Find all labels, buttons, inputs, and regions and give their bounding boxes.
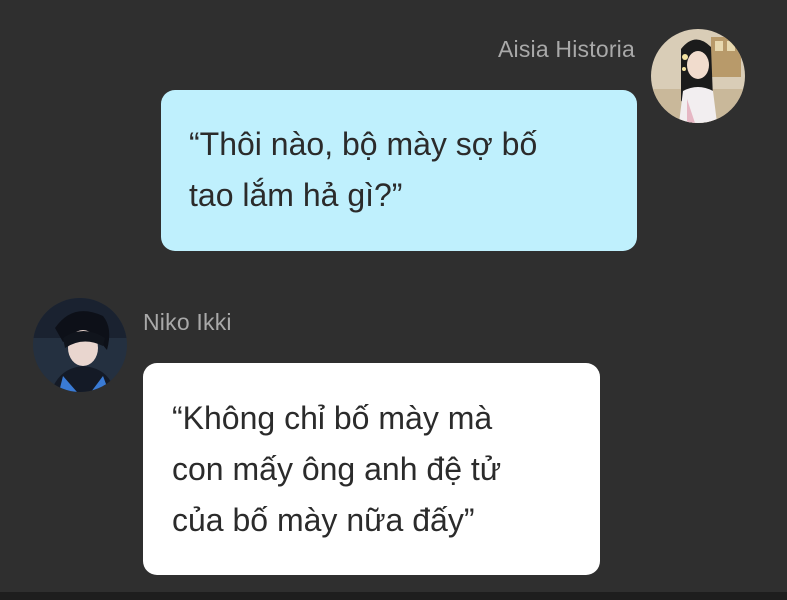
avatar-niko-ikki[interactable]	[33, 298, 127, 392]
message-bubble-incoming[interactable]: “Không chỉ bố mày mà con mấy ông anh đệ …	[143, 363, 600, 575]
sender-name-outgoing: Aisia Historia	[497, 36, 635, 62]
message-line: “Không chỉ bố mày mà	[172, 400, 493, 436]
avatar-aisia-historia[interactable]	[651, 29, 745, 123]
avatar-photo-girl	[651, 29, 745, 123]
sender-name-incoming: Niko Ikki	[143, 309, 232, 335]
bottom-divider	[0, 592, 787, 600]
chat-thread: Aisia Historia “Thôi nào, bộ mày sợ bố t…	[0, 0, 787, 600]
message-line: của bố mày nữa đấy”	[172, 502, 475, 538]
message-line: “Thôi nào, bộ mày sợ bố	[189, 126, 538, 162]
message-line: tao lắm hả gì?”	[189, 177, 403, 213]
avatar-photo-boy	[33, 298, 127, 392]
message-bubble-outgoing[interactable]: “Thôi nào, bộ mày sợ bố tao lắm hả gì?”	[161, 90, 637, 251]
message-line: con mấy ông anh đệ tử	[172, 451, 502, 487]
